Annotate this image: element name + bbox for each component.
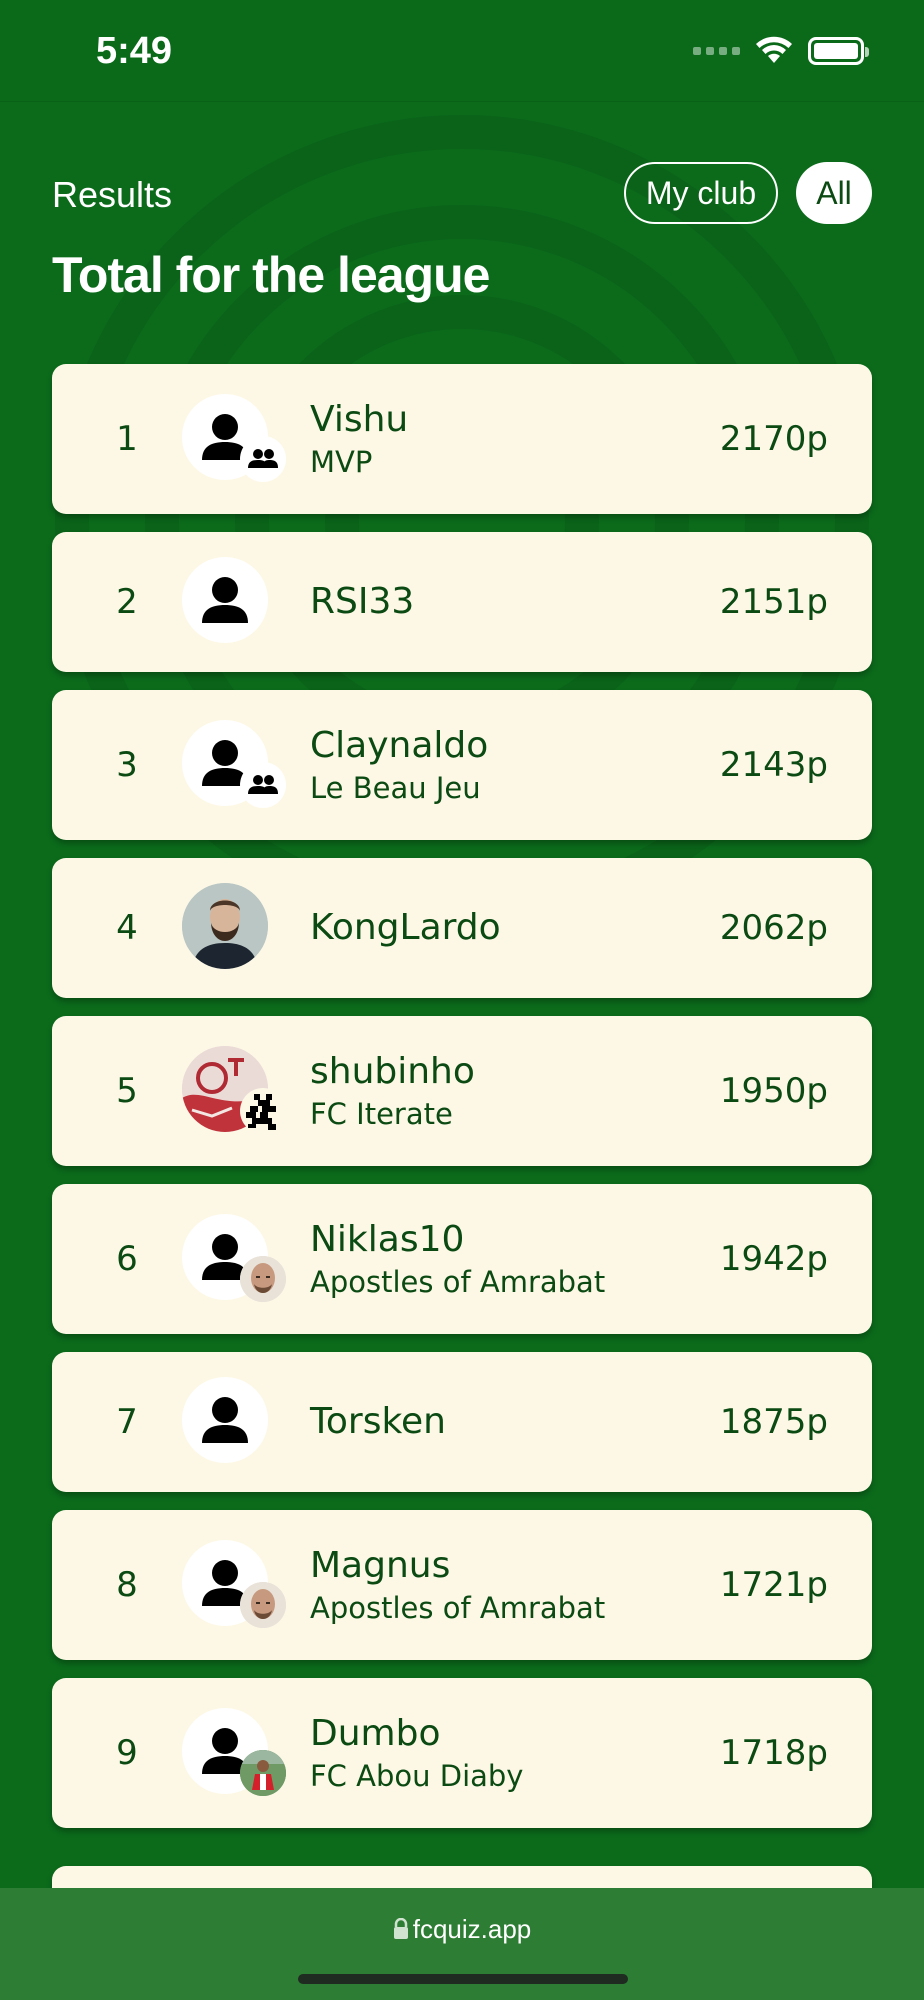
rank-number: 7 (116, 1402, 138, 1442)
avatar (182, 394, 292, 484)
page-title: Total for the league (52, 247, 490, 303)
player-info: Dumbo FC Abou Diaby (310, 1711, 523, 1795)
rank-number: 5 (116, 1071, 138, 1111)
points: 1942p (719, 1239, 828, 1279)
player-info: Vishu MVP (310, 397, 408, 481)
club-name: FC Iterate (310, 1097, 453, 1131)
player-name: shubinho (310, 1051, 475, 1092)
player-name: Dumbo (310, 1713, 441, 1754)
rank-number: 3 (116, 745, 138, 785)
club-name: MVP (310, 445, 373, 479)
pixel-art-badge (240, 1088, 286, 1134)
leaderboard-row[interactable]: 5 shubinho FC Iterate 1950p (52, 1016, 872, 1166)
player-info: RSI33 (310, 579, 414, 625)
avatar (182, 1046, 292, 1136)
avatar (182, 1214, 292, 1304)
player-name: Vishu (310, 399, 409, 440)
points: 1875p (719, 1402, 828, 1442)
player-name: Niklas10 (310, 1219, 465, 1260)
rank-number: 6 (116, 1239, 138, 1279)
player-name: Magnus (310, 1545, 451, 1586)
club-name: Apostles of Amrabat (310, 1591, 606, 1625)
player-name: KongLardo (310, 907, 501, 948)
avatar (182, 1708, 292, 1798)
points: 2151p (719, 582, 828, 622)
url-display[interactable]: fcquiz.app (0, 1914, 924, 1945)
cellular-signal-icon (693, 47, 740, 55)
player-info: Niklas10 Apostles of Amrabat (310, 1217, 605, 1301)
avatar (182, 883, 292, 973)
wifi-icon (756, 36, 792, 63)
points: 1721p (719, 1565, 828, 1605)
filter-all-button[interactable]: All (796, 162, 872, 224)
url-text: fcquiz.app (412, 1914, 532, 1944)
points: 1950p (719, 1071, 828, 1111)
avatar (182, 1377, 292, 1467)
points: 2062p (719, 908, 828, 948)
football-player-photo (240, 1750, 286, 1796)
avatar (182, 1540, 292, 1630)
player-info: shubinho FC Iterate (310, 1049, 475, 1133)
browser-url-bar[interactable]: fcquiz.app (0, 1888, 924, 2000)
player-info: Magnus Apostles of Amrabat (310, 1543, 605, 1627)
status-icons (693, 36, 869, 66)
lock-icon (393, 1918, 408, 1939)
rank-number: 1 (116, 419, 138, 459)
rank-number: 4 (116, 908, 138, 948)
player-info: KongLardo (310, 905, 501, 951)
club-name: FC Abou Diaby (310, 1759, 524, 1793)
leaderboard-row[interactable]: 2 RSI33 2151p (52, 532, 872, 672)
points: 2143p (719, 745, 828, 785)
status-bar: 5:49 (0, 0, 924, 102)
club-name: Le Beau Jeu (310, 771, 481, 805)
player-name: RSI33 (310, 581, 415, 622)
leaderboard-row[interactable]: 8 Magnus Apostles of Amrabat 1721p (52, 1510, 872, 1660)
player-info: Torsken (310, 1399, 446, 1445)
leaderboard-row[interactable]: 7 Torsken 1875p (52, 1352, 872, 1492)
bald-player-photo (240, 1256, 286, 1302)
points: 2170p (719, 419, 828, 459)
battery-icon (808, 37, 869, 65)
leaderboard-row[interactable]: 3 Claynaldo Le Beau Jeu 2143p (52, 690, 872, 840)
rank-number: 9 (116, 1733, 138, 1773)
avatar (182, 557, 292, 647)
leaderboard-row[interactable]: 4 KongLardo 2062p (52, 858, 872, 998)
rank-number: 8 (116, 1565, 138, 1605)
section-label: Results (52, 174, 173, 215)
default-user-icon (182, 557, 268, 643)
filter-my-club-button[interactable]: My club (624, 162, 778, 224)
bearded-man-photo (182, 883, 268, 969)
home-indicator[interactable] (298, 1974, 628, 1984)
rank-number: 2 (116, 582, 138, 622)
player-name: Claynaldo (310, 725, 489, 766)
group-icon (240, 436, 286, 482)
club-name: Apostles of Amrabat (310, 1265, 606, 1299)
bald-player-photo (240, 1582, 286, 1628)
player-name: Torsken (310, 1401, 446, 1442)
points: 1718p (719, 1733, 828, 1773)
avatar (182, 720, 292, 810)
filter-toggle: My club All (624, 162, 872, 224)
leaderboard-row[interactable]: 9 Dumbo FC Abou Diaby 1718p (52, 1678, 872, 1828)
leaderboard-row[interactable]: 1 Vishu MVP 2170p (52, 364, 872, 514)
default-user-icon (182, 1377, 268, 1463)
player-info: Claynaldo Le Beau Jeu (310, 723, 488, 807)
status-time: 5:49 (96, 30, 173, 72)
group-icon (240, 762, 286, 808)
leaderboard-row[interactable]: 6 Niklas10 Apostles of Amrabat 1942p (52, 1184, 872, 1334)
